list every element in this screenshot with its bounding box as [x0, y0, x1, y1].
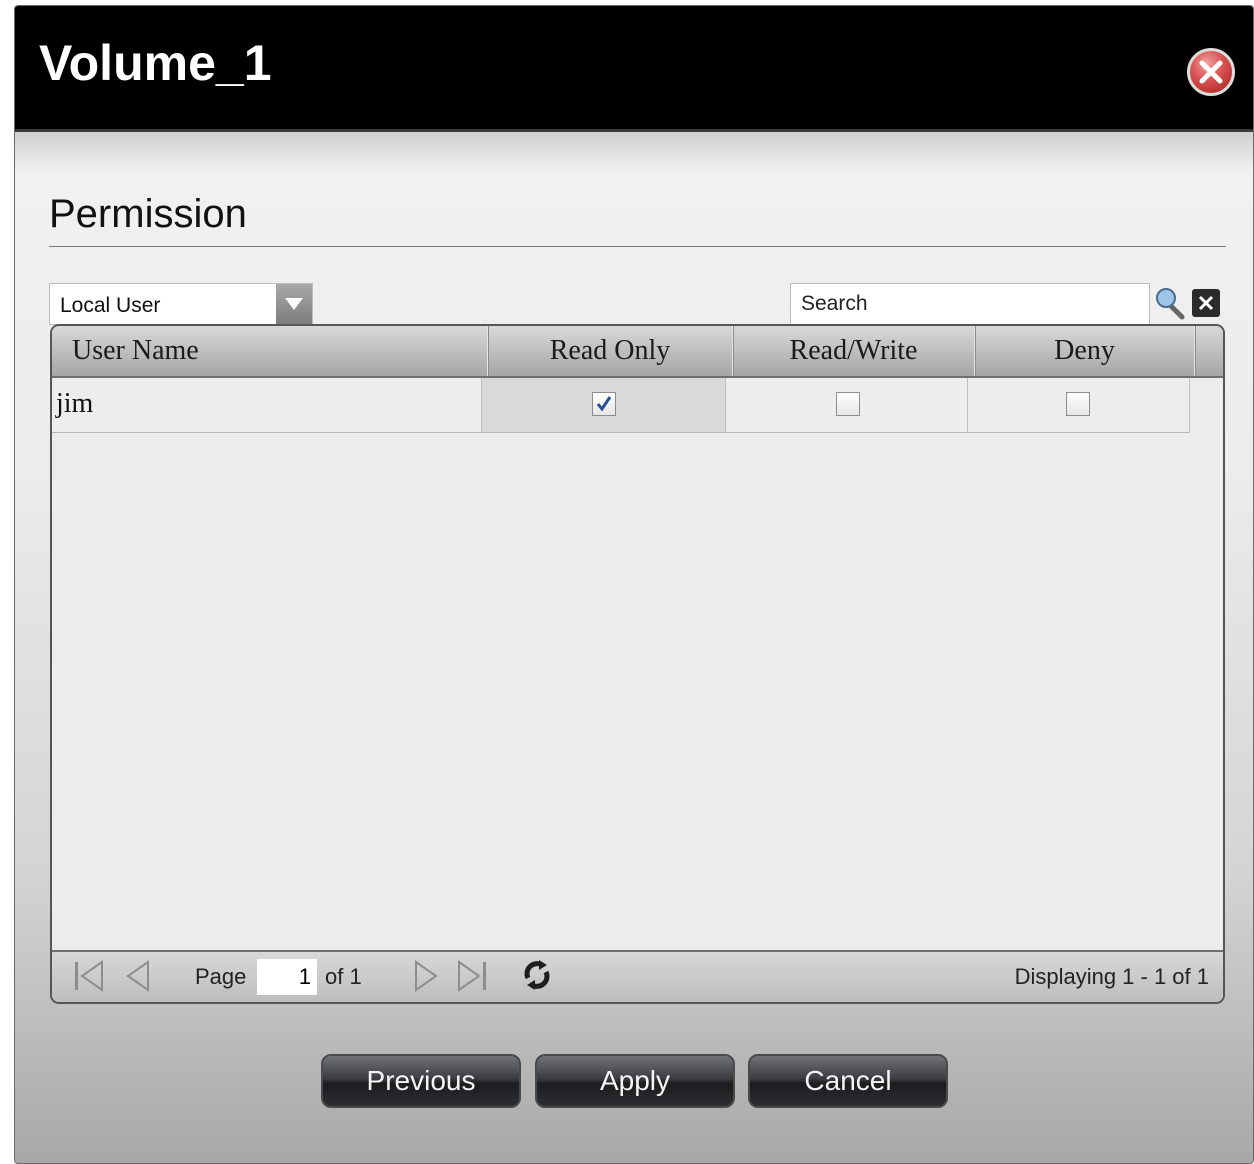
page-number-input[interactable] — [257, 959, 317, 995]
deny-checkbox[interactable] — [1066, 392, 1090, 416]
refresh-icon[interactable] — [520, 958, 554, 998]
close-icon[interactable] — [1187, 48, 1235, 96]
clear-search-icon[interactable] — [1192, 289, 1220, 317]
search-icon[interactable] — [1154, 285, 1186, 321]
table-header: User Name Read Only Read/Write Deny — [52, 326, 1223, 378]
user-type-select[interactable]: Local User — [49, 283, 313, 325]
section-divider — [49, 246, 1226, 247]
read-write-cell — [726, 378, 968, 432]
apply-button[interactable]: Apply — [535, 1054, 735, 1108]
read-only-checkbox[interactable] — [592, 392, 616, 416]
previous-page-icon[interactable] — [124, 960, 152, 998]
page-label: Page — [195, 964, 247, 989]
user-type-value: Local User — [60, 294, 161, 317]
display-count: Displaying 1 - 1 of 1 — [1014, 964, 1209, 989]
user-name-cell: jim — [52, 378, 482, 432]
dialog-titlebar: Volume_1 — [15, 6, 1253, 132]
first-page-icon[interactable] — [72, 960, 106, 998]
last-page-icon[interactable] — [455, 960, 489, 998]
volume-dialog: Volume_1 Permission Local User User Name… — [14, 5, 1254, 1164]
search-input[interactable] — [790, 283, 1150, 325]
read-write-checkbox[interactable] — [836, 392, 860, 416]
previous-button[interactable]: Previous — [321, 1054, 521, 1108]
pagination-bar: Page of 1 Displaying 1 - 1 of 1 — [52, 950, 1223, 1002]
section-title: Permission — [49, 192, 247, 236]
deny-cell — [968, 378, 1190, 432]
page-of-label: of 1 — [325, 964, 362, 989]
next-page-icon[interactable] — [412, 960, 440, 998]
title-shade — [15, 132, 1253, 172]
table-row[interactable]: jim — [52, 378, 1190, 433]
column-header-deny[interactable]: Deny — [975, 326, 1195, 376]
column-header-read-only[interactable]: Read Only — [488, 326, 733, 376]
permission-table: User Name Read Only Read/Write Deny jim — [50, 324, 1225, 1004]
chevron-down-icon[interactable] — [276, 284, 312, 324]
column-header-user-name[interactable]: User Name — [52, 326, 488, 376]
read-only-cell — [482, 378, 726, 432]
dialog-title: Volume_1 — [39, 35, 272, 91]
cancel-button[interactable]: Cancel — [748, 1054, 948, 1108]
column-header-read-write[interactable]: Read/Write — [733, 326, 975, 376]
